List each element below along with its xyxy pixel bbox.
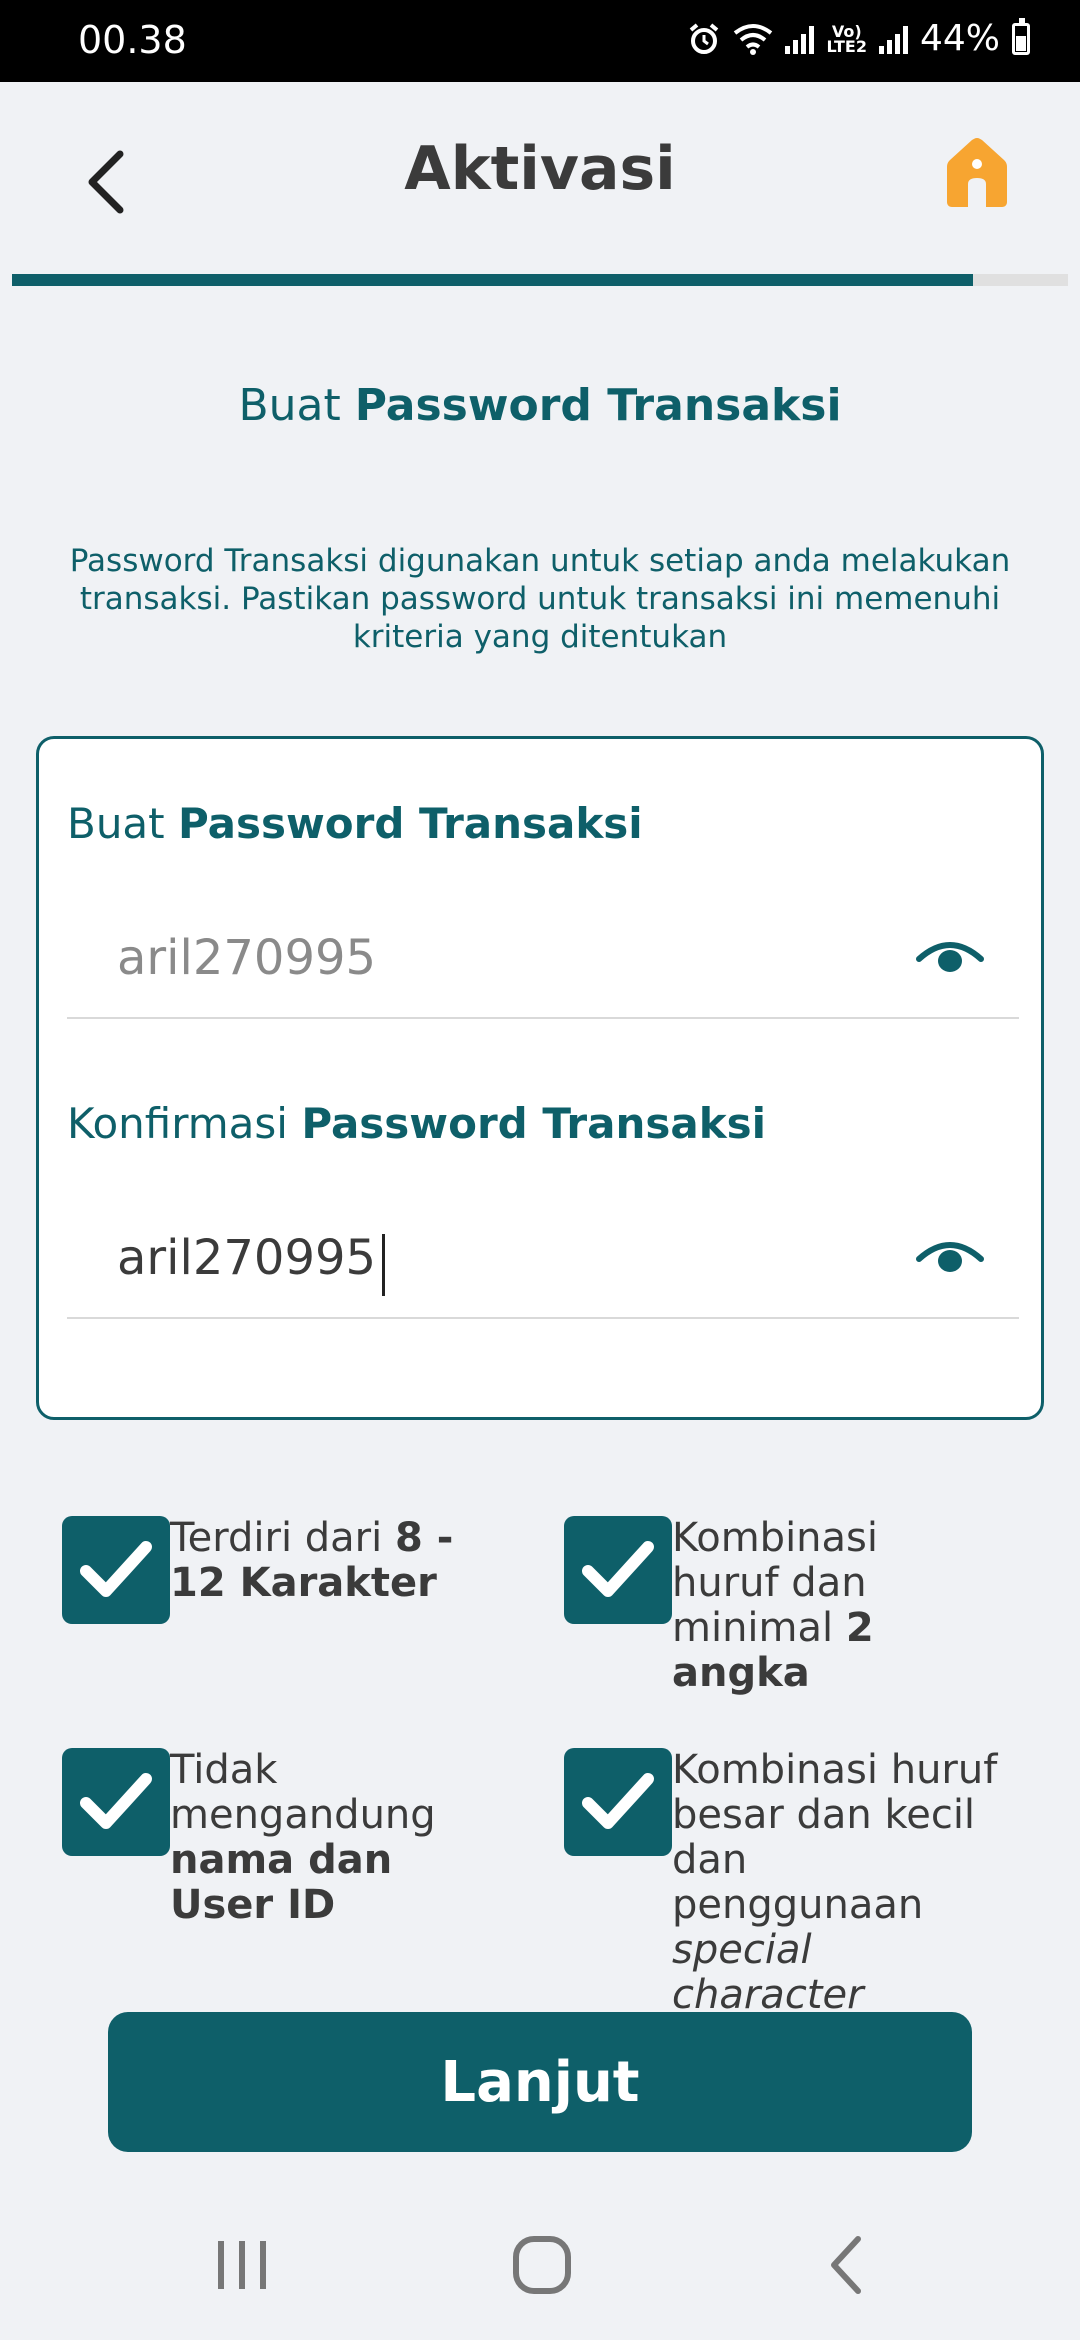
battery-percent: 44% [919,18,1000,59]
status-time: 00.38 [78,18,187,62]
criteria-plain: Tidak mengandung [170,1747,436,1838]
password-label-prefix: Buat [67,799,178,848]
confirm-password-input[interactable] [67,1199,1019,1319]
app-header: Aktivasi [0,82,1080,264]
home-nav-icon[interactable] [502,2225,582,2305]
section-title: Buat Password Transaksi [0,380,1080,431]
checkbox-checked[interactable] [62,1516,170,1624]
criteria-text: Terdiri dari 8 - 12 Karakter [170,1516,492,1624]
volte-icon: Vo) LTE2 [826,21,867,56]
eye-icon[interactable] [915,1235,985,1279]
progress-fill [12,274,973,286]
recent-apps-icon[interactable] [202,2225,282,2305]
section-title-prefix: Buat [238,380,355,431]
battery-icon [1012,17,1030,55]
status-bar: 00.38 Vo) LTE2 44% [0,0,1080,82]
description-text: Password Transaksi digunakan untuk setia… [69,543,1011,655]
progress-bar [12,274,1068,286]
next-button[interactable]: Lanjut [108,2012,972,2152]
page-title: Aktivasi [404,134,676,204]
system-nav-bar [0,2175,1080,2340]
confirm-label-prefix: Konfirmasi [67,1099,302,1148]
home-icon[interactable] [942,132,1012,212]
section-title-bold: Password Transaksi [354,380,842,431]
criteria-item: Terdiri dari 8 - 12 Karakter [62,1516,492,1624]
wifi-icon [734,23,773,55]
criteria-item: Kombinasi huruf besar dan kecil dan peng… [564,1748,1004,2012]
criteria-italic: special character [672,1927,864,2013]
criteria-item: Kombinasi huruf dan minimal 2 angka [564,1516,1004,1696]
checkbox-checked[interactable] [564,1516,672,1624]
checkmark-icon [582,1541,654,1597]
criteria-text: Kombinasi huruf besar dan kecil dan peng… [672,1748,1002,2012]
text-caret [382,1234,385,1296]
criteria-item: Tidak mengandung nama dan User ID [62,1748,502,1928]
criteria-text: Kombinasi huruf dan minimal 2 angka [672,1516,942,1696]
confirm-label-bold: Password Transaksi [301,1099,767,1148]
checkbox-checked[interactable] [62,1748,170,1856]
status-icons: Vo) LTE2 44% [687,17,1030,59]
signal-icon [785,24,815,54]
eye-icon[interactable] [915,935,985,979]
criteria-plain: Kombinasi huruf besar dan kecil dan peng… [672,1748,998,1928]
criteria-text: Tidak mengandung nama dan User ID [170,1748,490,1928]
alarm-icon [690,22,719,54]
checkmark-icon [582,1773,654,1829]
password-form-card: Buat Password Transaksi Konfirmasi Passw… [36,736,1044,1420]
criteria-plain: Terdiri dari [170,1515,395,1561]
password-label: Buat Password Transaksi [67,799,643,848]
checkmark-icon [80,1773,152,1829]
criteria-bold: nama dan User ID [170,1837,393,1928]
password-label-bold: Password Transaksi [178,799,643,848]
password-input[interactable] [67,899,1019,1019]
checkbox-checked[interactable] [564,1748,672,1856]
checkmark-icon [80,1541,152,1597]
confirm-password-label: Konfirmasi Password Transaksi [67,1099,766,1148]
back-nav-icon[interactable] [808,2225,888,2305]
signal-icon-2 [878,24,908,54]
